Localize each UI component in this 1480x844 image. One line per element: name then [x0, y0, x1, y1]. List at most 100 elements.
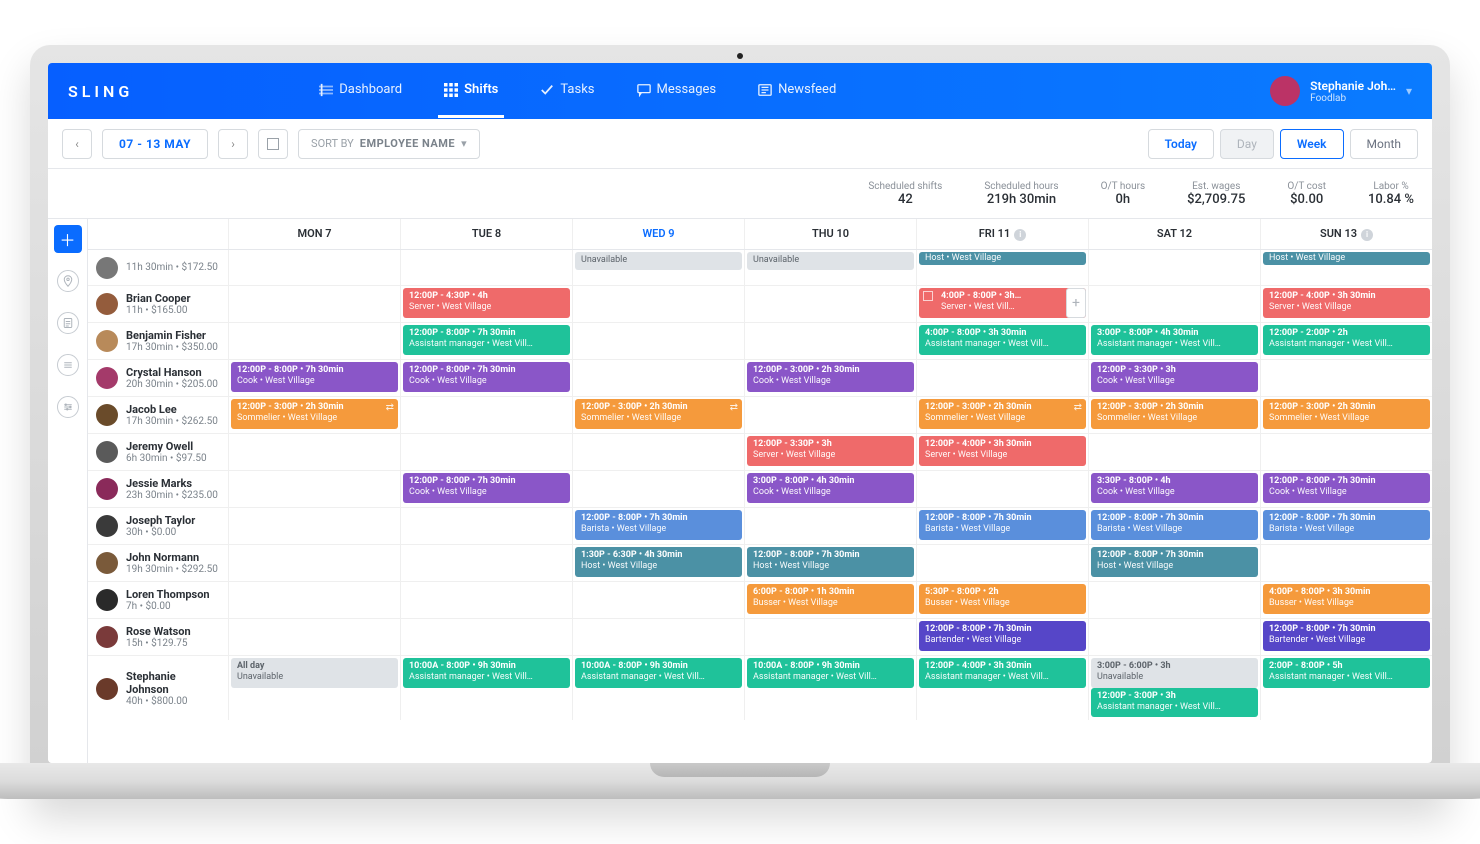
day-cell[interactable] — [228, 508, 400, 544]
day-cell[interactable]: 12:00P - 2:00P • 2hAssistant manager • W… — [1260, 323, 1432, 359]
day-cell[interactable]: 5:30P - 8:00P • 2hBusser • West Village — [916, 582, 1088, 618]
user-menu[interactable]: Stephanie Joh… Foodlab ▾ — [1270, 76, 1412, 106]
day-cell[interactable]: 12:00P - 3:00P • 2h 30minCook • West Vil… — [744, 360, 916, 396]
nav-messages[interactable]: Messages — [631, 64, 723, 118]
day-cell[interactable]: 10:00A - 8:00P • 9h 30minAssistant manag… — [744, 656, 916, 720]
shift-block[interactable]: 12:00P - 8:00P • 7h 30minCook • West Vil… — [403, 473, 570, 503]
date-range[interactable]: 07 - 13 MAY — [102, 129, 208, 159]
grid-body[interactable]: 11h 30min • $172.50 Unavailable Unavaila… — [88, 250, 1432, 720]
employee-cell[interactable]: Rose Watson15h • $129.75 — [88, 619, 228, 655]
shift-block[interactable]: 12:00P - 8:00P • 7h 30minAssistant manag… — [403, 325, 570, 355]
day-cell[interactable]: 4:00P - 8:00P • 3h…Server • West Vill…+ — [916, 286, 1088, 322]
shift-block[interactable]: 6:00P - 8:00P • 1h 30minBusser • West Vi… — [747, 584, 914, 614]
day-cell[interactable]: 12:00P - 8:00P • 7h 30minCook • West Vil… — [228, 360, 400, 396]
day-cell[interactable]: 2:00P - 8:00P • 5hAssistant manager • We… — [1260, 656, 1432, 720]
day-cell[interactable] — [572, 471, 744, 507]
day-cell[interactable]: ⇄12:00P - 3:00P • 2h 30minSommelier • We… — [572, 397, 744, 433]
shift-block[interactable]: 12:00P - 3:00P • 2h 30minCook • West Vil… — [747, 362, 914, 392]
day-cell[interactable]: 12:00P - 3:00P • 2h 30minSommelier • Wes… — [1260, 397, 1432, 433]
day-cell[interactable] — [1088, 619, 1260, 655]
day-cell[interactable]: 12:00P - 4:30P • 4hServer • West Village — [400, 286, 572, 322]
day-cell[interactable]: 6:00P - 8:00P • 1h 30minBusser • West Vi… — [744, 582, 916, 618]
shift-block[interactable]: 12:00P - 8:00P • 7h 30minBarista • West … — [919, 510, 1086, 540]
shift-block[interactable]: ⇄12:00P - 3:00P • 2h 30minSommelier • We… — [919, 399, 1086, 429]
day-cell[interactable] — [228, 582, 400, 618]
shift-block[interactable]: 12:00P - 3:00P • 2h 30minSommelier • Wes… — [1263, 399, 1430, 429]
shift-block[interactable]: 12:00P - 8:00P • 7h 30minBarista • West … — [1263, 510, 1430, 540]
day-cell[interactable] — [744, 619, 916, 655]
employee-cell[interactable]: Stephanie Johnson40h • $800.00 — [88, 656, 228, 720]
day-button[interactable]: Day — [1220, 129, 1274, 159]
day-cell[interactable]: 3:00P - 8:00P • 4h 30minAssistant manage… — [1088, 323, 1260, 359]
day-cell[interactable] — [572, 434, 744, 470]
shift-block[interactable]: 12:00P - 2:00P • 2hAssistant manager • W… — [1263, 325, 1430, 355]
day-cell[interactable] — [228, 619, 400, 655]
day-cell[interactable] — [1088, 434, 1260, 470]
week-button[interactable]: Week — [1280, 129, 1344, 159]
shift-block[interactable]: 12:00P - 8:00P • 7h 30minBartender • Wes… — [919, 621, 1086, 651]
shift-block[interactable]: 5:30P - 8:00P • 2hBusser • West Village — [919, 584, 1086, 614]
day-cell[interactable] — [1088, 582, 1260, 618]
employee-cell[interactable]: Joseph Taylor30h • $0.00 — [88, 508, 228, 544]
day-cell[interactable]: 12:00P - 8:00P • 7h 30minBartender • Wes… — [916, 619, 1088, 655]
shift-block[interactable]: 12:00P - 8:00P • 7h 30minCook • West Vil… — [231, 362, 398, 392]
day-cell[interactable]: 12:00P - 8:00P • 7h 30minAssistant manag… — [400, 323, 572, 359]
shift-block[interactable]: 12:00P - 8:00P • 7h 30minCook • West Vil… — [403, 362, 570, 392]
shift-block[interactable]: 12:00P - 3:30P • 3hServer • West Village — [747, 436, 914, 466]
shift-block[interactable]: 4:00P - 8:00P • 3h…Server • West Vill… — [919, 288, 1086, 318]
day-cell[interactable]: 12:00P - 8:00P • 7h 30minBarista • West … — [1260, 508, 1432, 544]
day-cell[interactable]: All dayUnavailable — [228, 656, 400, 720]
shift-block[interactable]: 12:00P - 3:30P • 3hCook • West Village — [1091, 362, 1258, 392]
day-cell[interactable]: 12:00P - 4:00P • 3h 30minAssistant manag… — [916, 656, 1088, 720]
shift-block[interactable]: Host • West Village — [1263, 252, 1430, 265]
day-cell[interactable] — [1088, 286, 1260, 322]
day-cell[interactable]: 4:00P - 8:00P • 3h 30minAssistant manage… — [916, 323, 1088, 359]
employee-cell[interactable]: Jessie Marks23h 30min • $235.00 — [88, 471, 228, 507]
day-header[interactable]: THU 10 — [744, 219, 916, 249]
day-cell[interactable]: 12:00P - 8:00P • 7h 30minCook • West Vil… — [1260, 471, 1432, 507]
shift-block[interactable]: 12:00P - 8:00P • 7h 30minHost • West Vil… — [1091, 547, 1258, 577]
add-shift-button[interactable]: ＋ — [54, 225, 82, 253]
shift-block[interactable]: Host • West Village — [919, 252, 1086, 265]
employee-cell[interactable]: Brian Cooper11h • $165.00 — [88, 286, 228, 322]
day-cell[interactable]: 12:00P - 3:30P • 3hCook • West Village — [1088, 360, 1260, 396]
shift-block[interactable]: 12:00P - 8:00P • 7h 30minBarista • West … — [1091, 510, 1258, 540]
add-shift-inline[interactable]: + — [1066, 288, 1086, 318]
day-cell[interactable] — [572, 323, 744, 359]
day-header[interactable]: TUE 8 — [400, 219, 572, 249]
day-cell[interactable] — [744, 323, 916, 359]
day-cell[interactable] — [572, 582, 744, 618]
day-cell[interactable] — [1260, 360, 1432, 396]
day-cell[interactable] — [228, 286, 400, 322]
shift-block[interactable]: 10:00A - 8:00P • 9h 30minAssistant manag… — [403, 658, 570, 688]
checkbox-icon[interactable] — [923, 291, 933, 301]
shift-block[interactable]: 4:00P - 8:00P • 3h 30minBusser • West Vi… — [1263, 584, 1430, 614]
day-cell[interactable]: 12:00P - 3:00P • 2h 30minSommelier • Wes… — [1088, 397, 1260, 433]
side-lines[interactable] — [54, 351, 82, 379]
day-cell[interactable] — [916, 545, 1088, 581]
shift-block[interactable]: 12:00P - 4:00P • 3h 30minServer • West V… — [919, 436, 1086, 466]
day-cell[interactable]: 12:00P - 8:00P • 7h 30minBartender • Wes… — [1260, 619, 1432, 655]
filter-toggle[interactable] — [258, 129, 288, 159]
shift-block[interactable]: 1:30P - 6:30P • 4h 30minHost • West Vill… — [575, 547, 742, 577]
shift-block[interactable]: 10:00A - 8:00P • 9h 30minAssistant manag… — [747, 658, 914, 688]
day-cell[interactable]: 12:00P - 3:30P • 3hServer • West Village — [744, 434, 916, 470]
day-cell[interactable] — [400, 434, 572, 470]
day-cell[interactable]: 4:00P - 8:00P • 3h 30minBusser • West Vi… — [1260, 582, 1432, 618]
side-location[interactable] — [54, 267, 82, 295]
day-cell[interactable] — [1260, 434, 1432, 470]
day-cell[interactable]: 3:00P - 8:00P • 4h 30minCook • West Vill… — [744, 471, 916, 507]
day-cell[interactable] — [744, 508, 916, 544]
day-cell[interactable]: ⇄12:00P - 3:00P • 2h 30minSommelier • We… — [228, 397, 400, 433]
nav-tasks[interactable]: Tasks — [534, 64, 600, 118]
shift-block[interactable]: 12:00P - 8:00P • 7h 30minCook • West Vil… — [1263, 473, 1430, 503]
day-cell[interactable] — [400, 545, 572, 581]
day-cell[interactable] — [400, 508, 572, 544]
day-cell[interactable]: 12:00P - 4:00P • 3h 30minServer • West V… — [1260, 286, 1432, 322]
shift-block[interactable]: 3:00P - 8:00P • 4h 30minCook • West Vill… — [747, 473, 914, 503]
side-list[interactable] — [54, 309, 82, 337]
day-cell[interactable]: 10:00A - 8:00P • 9h 30minAssistant manag… — [400, 656, 572, 720]
day-cell[interactable]: 12:00P - 8:00P • 7h 30minHost • West Vil… — [1088, 545, 1260, 581]
day-cell[interactable]: 12:00P - 8:00P • 7h 30minCook • West Vil… — [400, 360, 572, 396]
employee-cell[interactable]: Loren Thompson7h • $0.00 — [88, 582, 228, 618]
